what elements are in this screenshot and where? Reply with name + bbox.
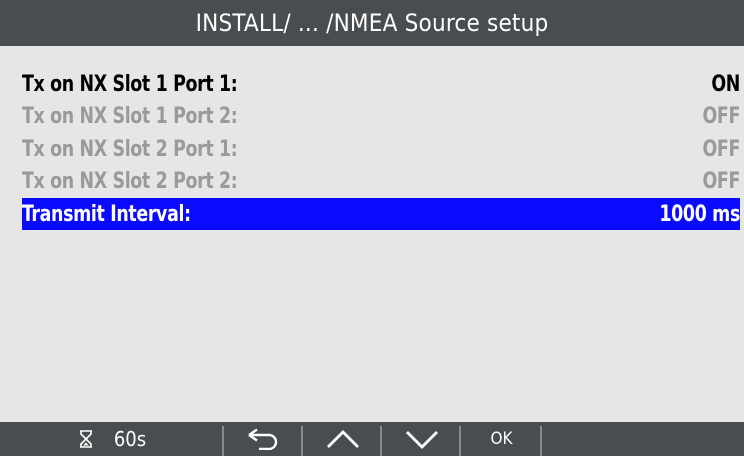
setting-row-slot1-port2[interactable]: Tx on NX Slot 1 Port 2: OFF <box>22 101 740 134</box>
setting-value: OFF <box>702 136 740 162</box>
timer-label: 60s <box>113 427 147 451</box>
hourglass-icon <box>79 430 92 448</box>
setting-value: OFF <box>702 169 740 195</box>
ok-softkey[interactable]: OK <box>461 422 542 456</box>
setting-value: ON <box>711 71 740 97</box>
up-softkey[interactable] <box>303 422 382 456</box>
setting-label: Tx on NX Slot 1 Port 2: <box>22 104 238 130</box>
setting-row-slot1-port1[interactable]: Tx on NX Slot 1 Port 1: ON <box>22 68 740 101</box>
softkey-bar: 60s OK <box>0 422 744 456</box>
settings-list: Tx on NX Slot 1 Port 1: ON Tx on NX Slot… <box>0 68 744 231</box>
setting-label: Transmit Interval: <box>22 201 191 227</box>
setting-label: Tx on NX Slot 2 Port 1: <box>22 136 238 162</box>
setting-label: Tx on NX Slot 2 Port 2: <box>22 169 238 195</box>
setting-row-slot2-port2[interactable]: Tx on NX Slot 2 Port 2: OFF <box>22 166 740 199</box>
setting-label: Tx on NX Slot 1 Port 1: <box>22 71 238 97</box>
empty-softkey <box>542 422 744 456</box>
nmea-source-setup-screen: INSTALL/ ... /NMEA Source setup Tx on NX… <box>0 0 744 456</box>
setting-value: 1000 ms <box>659 201 740 227</box>
down-softkey[interactable] <box>382 422 461 456</box>
chevron-down-icon <box>405 431 438 449</box>
ok-label: OK <box>490 429 513 449</box>
chevron-up-icon <box>326 430 359 448</box>
setting-row-slot2-port1[interactable]: Tx on NX Slot 2 Port 1: OFF <box>22 133 740 166</box>
setting-value: OFF <box>702 104 740 130</box>
timer-softkey[interactable]: 60s <box>0 422 224 456</box>
back-softkey[interactable] <box>224 422 303 456</box>
return-arrow-icon <box>247 428 277 450</box>
setting-row-transmit-interval[interactable]: Transmit Interval: 1000 ms <box>22 198 740 231</box>
page-title-bar: INSTALL/ ... /NMEA Source setup <box>0 0 744 46</box>
page-title: INSTALL/ ... /NMEA Source setup <box>195 9 549 37</box>
